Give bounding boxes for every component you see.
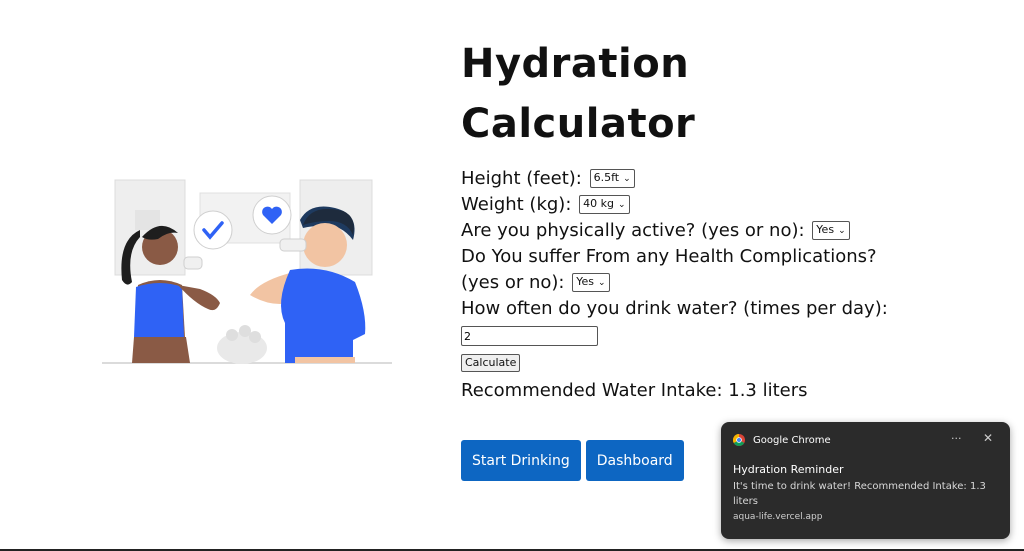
notification-body: It's time to drink water! Recommended In… — [733, 481, 986, 507]
page-title: Hydration Calculator — [461, 41, 696, 147]
active-select[interactable]: Yes ⌄ — [812, 220, 850, 240]
weight-select-value: 40 kg — [583, 196, 614, 210]
frequency-input[interactable] — [461, 326, 598, 346]
notification-header: Google Chrome — [733, 434, 831, 446]
height-select-value: 6.5ft — [593, 170, 620, 184]
chevron-down-icon: ⌄ — [838, 225, 846, 236]
calculate-button[interactable]: Calculate — [461, 354, 521, 372]
weight-label: Weight (kg): — [461, 194, 572, 215]
weight-select[interactable]: 40 kg ⌄ — [579, 194, 630, 214]
frequency-label: How often do you drink water? (times per… — [461, 298, 888, 319]
health-label-suffix: (yes or no): — [461, 272, 565, 293]
active-row: Are you physically active? (yes or no): … — [461, 218, 931, 244]
notification-title: Hydration Reminder — [733, 463, 844, 476]
height-select[interactable]: 6.5ft ⌄ — [589, 168, 635, 188]
chevron-down-icon: ⌄ — [623, 173, 631, 184]
start-drinking-button[interactable]: Start Drinking — [461, 440, 581, 481]
health-label: Do You suffer From any Health Complicati… — [461, 246, 877, 267]
close-icon[interactable]: ✕ — [983, 431, 993, 445]
notification-app-name: Google Chrome — [753, 434, 831, 446]
chevron-down-icon: ⌄ — [598, 277, 606, 288]
weight-row: Weight (kg): 40 kg ⌄ — [461, 192, 931, 218]
health-select[interactable]: Yes ⌄ — [572, 272, 610, 292]
active-label: Are you physically active? (yes or no): — [461, 220, 805, 241]
chrome-icon — [733, 434, 745, 446]
action-buttons: Start Drinking Dashboard — [461, 440, 684, 481]
dashboard-button[interactable]: Dashboard — [585, 440, 684, 481]
chrome-notification[interactable]: Google Chrome ··· ✕ Hydration Reminder I… — [721, 422, 1010, 539]
frequency-row: How often do you drink water? (times per… — [461, 296, 931, 322]
active-select-value: Yes — [816, 222, 835, 236]
health-question-row: Do You suffer From any Health Complicati… — [461, 244, 931, 270]
hydration-illustration — [100, 175, 395, 370]
calculator-panel: Hydration Calculator Height (feet): 6.5f… — [461, 34, 931, 404]
notification-origin: aqua-life.vercel.app — [733, 512, 823, 522]
health-answer-row: (yes or no): Yes ⌄ — [461, 270, 931, 296]
result-text: Recommended Water Intake: 1.3 liters — [461, 380, 808, 401]
height-label: Height (feet): — [461, 168, 582, 189]
hydration-form: Height (feet): 6.5ft ⌄ Weight (kg): 40 kg… — [461, 166, 931, 404]
chevron-down-icon: ⌄ — [617, 199, 626, 210]
more-options-icon[interactable]: ··· — [951, 432, 962, 445]
height-row: Height (feet): 6.5ft ⌄ — [461, 166, 931, 192]
health-select-value: Yes — [576, 274, 594, 288]
